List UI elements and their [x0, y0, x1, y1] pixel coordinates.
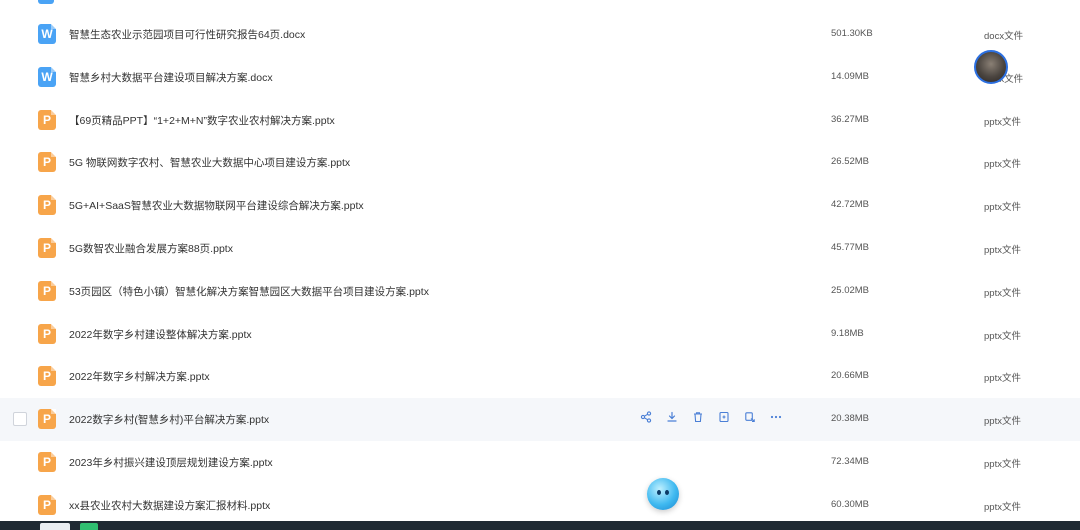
file-type: pptx文件 — [984, 202, 1021, 214]
file-name[interactable]: 2022数字乡村(智慧乡村)平台解决方案.pptx — [69, 412, 269, 427]
file-list-page: W 智慧生态农业示范园项目可行性研究报告64页.docx 501.30KB docx文… — [0, 0, 1080, 530]
file-size: 26.52MB — [831, 156, 870, 168]
file-name[interactable]: 53页园区（特色小镇）智慧化解决方案智慧园区大数据平台项目建设方案.pptx — [69, 284, 429, 299]
file-row[interactable]: P 2023年乡村振兴建设顶层规划建设方案.pptx 72.34MB pptx文件 — [0, 441, 1080, 484]
file-size: 14.09MB — [831, 70, 870, 82]
file-type: pptx文件 — [984, 287, 1021, 299]
file-type: pptx文件 — [984, 501, 1021, 513]
powerpoint-file-icon: P — [38, 237, 56, 258]
move-icon[interactable] — [718, 411, 730, 423]
file-name[interactable]: 【69页精品PPT】“1+2+M+N”数字农业农村解决方案.pptx — [69, 113, 335, 128]
file-name[interactable]: 5G 物联网数字农村、智慧农业大数据中心项目建设方案.pptx — [69, 155, 350, 170]
delete-icon[interactable] — [692, 411, 704, 423]
file-type: pptx文件 — [984, 116, 1021, 128]
powerpoint-file-icon: P — [38, 494, 56, 515]
partial-file-icon — [38, 0, 54, 4]
file-type: pptx文件 — [984, 159, 1021, 171]
user-avatar[interactable] — [974, 50, 1008, 84]
file-size: 42.72MB — [831, 199, 870, 211]
share-icon[interactable] — [640, 411, 652, 423]
download-icon[interactable] — [666, 411, 678, 423]
file-row[interactable]: W 智慧乡村大数据平台建设项目解决方案.docx 14.09MB docx文件 — [0, 56, 1080, 99]
file-type: pptx文件 — [984, 330, 1021, 342]
file-name[interactable]: 5G数智农业融合发展方案88页.pptx — [69, 241, 233, 256]
row-actions — [640, 411, 782, 423]
file-row[interactable]: P 5G 物联网数字农村、智慧农业大数据中心项目建设方案.pptx 26.52MB p… — [0, 141, 1080, 184]
file-size: 72.34MB — [831, 455, 870, 467]
file-type: pptx文件 — [984, 373, 1021, 385]
file-size: 60.30MB — [831, 498, 870, 510]
file-row[interactable]: P 2022年数字乡村建设整体解决方案.pptx 9.18MB pptx文件 — [0, 313, 1080, 356]
file-name[interactable]: 智慧乡村大数据平台建设项目解决方案.docx — [69, 70, 273, 85]
file-type: docx文件 — [984, 31, 1024, 42]
powerpoint-file-icon: P — [38, 109, 56, 130]
file-list: W 智慧生态农业示范园项目可行性研究报告64页.docx 501.30KB docx文… — [0, 13, 1080, 527]
file-name[interactable]: 智慧生态农业示范园项目可行性研究报告64页.docx — [69, 27, 305, 42]
file-row[interactable]: P 5G数智农业融合发展方案88页.pptx 45.77MB pptx文件 — [0, 227, 1080, 270]
file-name[interactable]: xx县农业农村大数据建设方案汇报材料.pptx — [69, 498, 270, 513]
file-row[interactable]: P 【69页精品PPT】“1+2+M+N”数字农业农村解决方案.pptx 36.27… — [0, 99, 1080, 142]
file-size: 45.77MB — [831, 241, 870, 253]
os-taskbar — [0, 521, 1080, 530]
taskbar-app-icon[interactable] — [40, 523, 70, 530]
powerpoint-file-icon: P — [38, 451, 56, 472]
file-row[interactable]: P 53页园区（特色小镇）智慧化解决方案智慧园区大数据平台项目建设方案.pptx 2… — [0, 270, 1080, 313]
word-file-icon: W — [38, 24, 56, 44]
assistant-mascot-icon[interactable] — [647, 478, 679, 510]
powerpoint-file-icon: P — [38, 152, 56, 173]
taskbar-app-icon[interactable] — [80, 523, 98, 530]
file-name[interactable]: 2023年乡村振兴建设顶层规划建设方案.pptx — [69, 455, 273, 470]
copy-icon[interactable] — [744, 411, 756, 423]
powerpoint-file-icon: P — [38, 323, 56, 344]
file-row[interactable]: W 智慧生态农业示范园项目可行性研究报告64页.docx 501.30KB docx文… — [0, 13, 1080, 56]
file-name[interactable]: 2022年数字乡村建设整体解决方案.pptx — [69, 327, 252, 342]
word-file-icon: W — [38, 66, 56, 87]
powerpoint-file-icon: P — [38, 409, 56, 430]
powerpoint-file-icon: P — [38, 280, 56, 301]
file-size: 25.02MB — [831, 284, 870, 296]
powerpoint-file-icon: P — [38, 366, 56, 387]
file-row[interactable]: P 5G+AI+SaaS智慧农业大数据物联网平台建设综合解决方案.pptx 42.7… — [0, 184, 1080, 227]
file-size: 9.18MB — [831, 327, 864, 339]
file-type: pptx文件 — [984, 416, 1021, 428]
file-size: 20.38MB — [831, 413, 870, 425]
row-checkbox[interactable] — [13, 412, 27, 427]
file-row[interactable]: P 2022数字乡村(智慧乡村)平台解决方案.pptx 20.38MB pptx文件 — [0, 398, 1080, 441]
file-name[interactable]: 5G+AI+SaaS智慧农业大数据物联网平台建设综合解决方案.pptx — [69, 198, 364, 213]
file-type: pptx文件 — [984, 244, 1021, 256]
more-icon[interactable] — [770, 411, 782, 423]
file-row[interactable]: P 2022年数字乡村解决方案.pptx 20.66MB pptx文件 — [0, 355, 1080, 398]
file-name[interactable]: 2022年数字乡村解决方案.pptx — [69, 369, 210, 384]
file-size: 501.30KB — [831, 28, 873, 39]
file-type: pptx文件 — [984, 458, 1021, 470]
powerpoint-file-icon: P — [38, 195, 56, 216]
file-size: 36.27MB — [831, 113, 870, 125]
file-size: 20.66MB — [831, 370, 870, 382]
